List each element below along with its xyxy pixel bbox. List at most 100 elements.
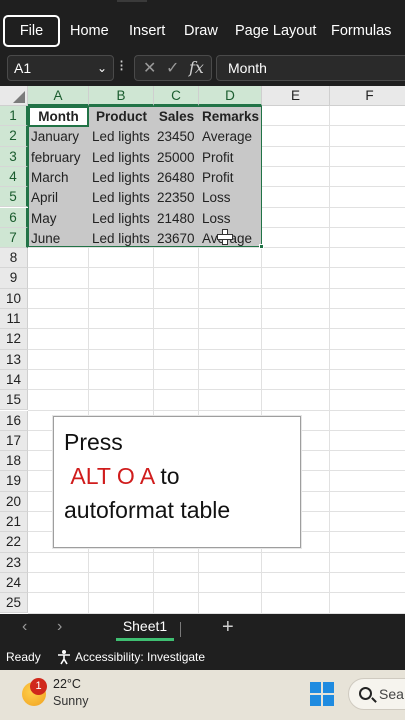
table-cell[interactable]: January: [28, 126, 89, 146]
row-header-25[interactable]: 25: [0, 593, 28, 614]
row-header-1[interactable]: 1: [0, 106, 28, 127]
row-header-7[interactable]: 7: [0, 227, 28, 249]
row-header-15[interactable]: 15: [0, 390, 28, 411]
row-header-2[interactable]: 2: [0, 126, 28, 147]
header-cell-product[interactable]: Product: [89, 106, 154, 126]
accessibility-status[interactable]: Accessibility: Investigate: [75, 644, 205, 670]
table-cell[interactable]: June: [28, 228, 89, 248]
table-cell[interactable]: Profit: [199, 167, 262, 187]
row-header-14[interactable]: 14: [0, 369, 28, 391]
table-cell[interactable]: April: [28, 187, 89, 207]
table-cell[interactable]: 26480: [154, 167, 199, 187]
row-header-8[interactable]: 8: [0, 248, 28, 269]
column-header-d[interactable]: D: [199, 86, 262, 106]
weather-temperature[interactable]: 22°C: [53, 677, 81, 691]
table-cell[interactable]: Led lights: [89, 228, 154, 248]
tab-formulas[interactable]: Formulas: [331, 15, 391, 47]
tip-line-3: autoformat table: [64, 497, 231, 523]
table-cell[interactable]: 23450: [154, 126, 199, 146]
row-header-17[interactable]: 17: [0, 430, 28, 452]
row-header-3[interactable]: 3: [0, 146, 28, 167]
row-header-23[interactable]: 23: [0, 552, 28, 573]
row-gridline: [28, 368, 405, 370]
add-sheet-icon[interactable]: +: [222, 616, 234, 639]
status-ready: Ready: [6, 650, 41, 664]
select-all-triangle-icon: [13, 91, 25, 103]
name-box-value: A1: [14, 60, 32, 76]
taskbar-search-label: Sea: [379, 686, 404, 702]
row-header-13[interactable]: 13: [0, 349, 28, 370]
row-header-21[interactable]: 21: [0, 512, 28, 533]
accessibility-icon[interactable]: [56, 649, 72, 665]
chevron-down-icon[interactable]: ⌄: [97, 56, 107, 80]
row-header-11[interactable]: 11: [0, 309, 28, 330]
ribbon-top-mark: [117, 0, 147, 2]
table-cell[interactable]: Profit: [199, 147, 262, 167]
sheet-tab-bar: ‹ › Sheet1 +: [0, 614, 405, 644]
tab-page-layout[interactable]: Page Layout: [235, 15, 316, 47]
column-header-c[interactable]: C: [154, 86, 199, 106]
taskbar-search[interactable]: Sea: [348, 678, 405, 710]
table-cell[interactable]: May: [28, 208, 89, 228]
column-header-f[interactable]: F: [330, 86, 405, 106]
header-cell-remarks[interactable]: Remarks: [199, 106, 262, 126]
column-header-e[interactable]: E: [262, 86, 330, 106]
table-cell[interactable]: 21480: [154, 208, 199, 228]
header-cell-month[interactable]: Month: [28, 106, 89, 126]
row-header-12[interactable]: 12: [0, 329, 28, 350]
header-cell-sales[interactable]: Sales: [154, 106, 199, 126]
sheet-tab-divider: [180, 622, 181, 637]
row-header-6[interactable]: 6: [0, 207, 28, 228]
tab-home[interactable]: Home: [70, 15, 109, 47]
windows-start-icon[interactable]: [310, 682, 334, 706]
row-header-19[interactable]: 19: [0, 471, 28, 492]
sheet-tab-sheet1[interactable]: Sheet1: [116, 614, 174, 641]
weather-condition[interactable]: Sunny: [53, 694, 88, 708]
tip-line-1: Press: [64, 429, 123, 455]
table-cell[interactable]: 23670: [154, 228, 199, 248]
select-all-corner[interactable]: [0, 86, 28, 106]
table-cell[interactable]: february: [28, 147, 89, 167]
tab-insert[interactable]: Insert: [129, 15, 165, 47]
table-cell[interactable]: Led lights: [89, 208, 154, 228]
table-cell[interactable]: 22350: [154, 187, 199, 207]
column-header-a[interactable]: A: [28, 86, 89, 106]
table-cell[interactable]: 25000: [154, 147, 199, 167]
table-cell[interactable]: March: [28, 167, 89, 187]
formula-actions: ✕ ✓ fx: [134, 55, 212, 81]
enter-check-icon[interactable]: ✓: [166, 58, 179, 78]
table-cell[interactable]: Led lights: [89, 126, 154, 146]
row-gridline: [28, 389, 405, 391]
more-options-icon[interactable]: ⁝: [119, 57, 124, 77]
row-header-18[interactable]: 18: [0, 451, 28, 472]
insert-function-icon[interactable]: fx: [189, 58, 204, 77]
table-cell[interactable]: Led lights: [89, 187, 154, 207]
row-header-20[interactable]: 20: [0, 491, 28, 512]
column-header-b[interactable]: B: [89, 86, 154, 106]
cancel-icon[interactable]: ✕: [143, 58, 156, 78]
table-cell[interactable]: Led lights: [89, 167, 154, 187]
row-header-4[interactable]: 4: [0, 166, 28, 188]
weather-widget[interactable]: 1: [20, 678, 50, 708]
row-header-5[interactable]: 5: [0, 187, 28, 208]
row-gridline: [28, 571, 405, 573]
table-cell[interactable]: Led lights: [89, 147, 154, 167]
row-header-10[interactable]: 10: [0, 288, 28, 309]
table-cell[interactable]: Average: [199, 126, 262, 146]
prev-sheet-icon[interactable]: ‹: [22, 618, 27, 636]
row-header-16[interactable]: 16: [0, 410, 28, 431]
next-sheet-icon[interactable]: ›: [57, 618, 62, 636]
table-cell[interactable]: Loss: [199, 208, 262, 228]
row-header-22[interactable]: 22: [0, 532, 28, 553]
row-header-9[interactable]: 9: [0, 268, 28, 289]
formula-input[interactable]: Month: [216, 55, 405, 81]
tab-file[interactable]: File: [3, 15, 60, 47]
excel-window: File Home Insert Draw Page Layout Formul…: [0, 0, 405, 720]
row-gridline: [28, 328, 405, 330]
windows-logo-tile: [310, 682, 321, 693]
name-box[interactable]: A1 ⌄: [7, 55, 114, 81]
tab-draw[interactable]: Draw: [184, 15, 218, 47]
search-icon: [359, 687, 372, 700]
row-header-24[interactable]: 24: [0, 572, 28, 594]
table-cell[interactable]: Loss: [199, 187, 262, 207]
